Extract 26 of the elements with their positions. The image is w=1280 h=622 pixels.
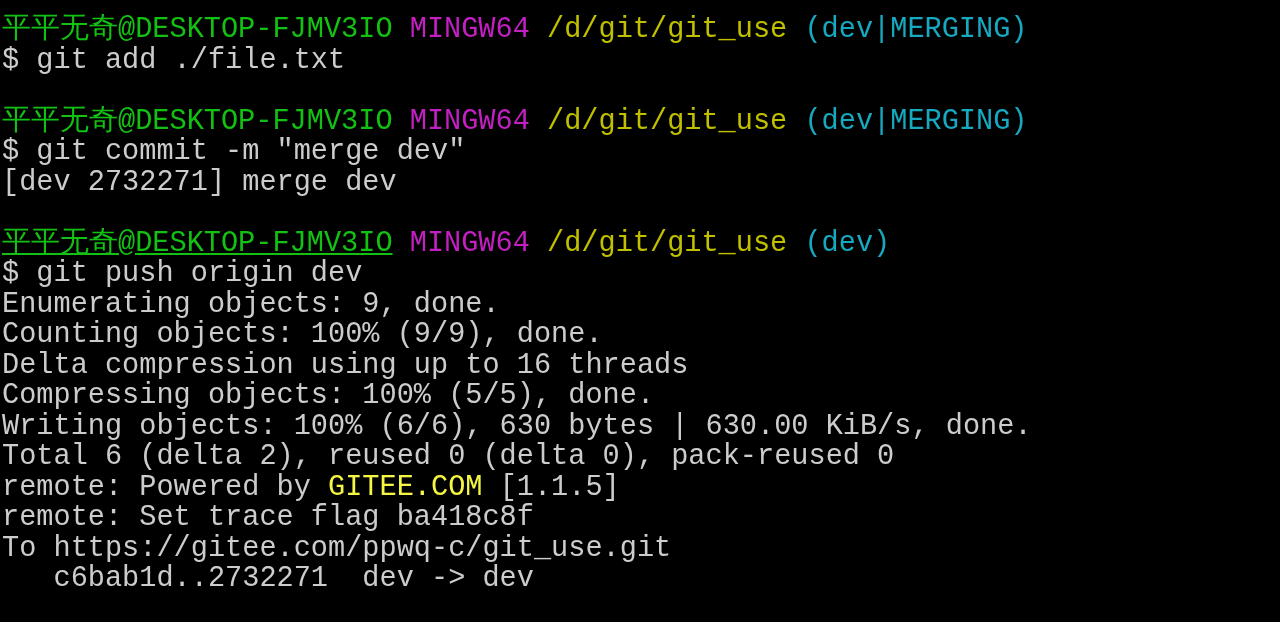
prompt-branch: (dev|MERGING) [804,106,1028,137]
output-line: To https://gitee.com/ppwq-c/git_use.git [2,533,672,564]
prompt-shell-name: MINGW64 [409,15,530,46]
command-line: $ git commit -m "merge dev" [2,137,466,168]
output-line: Total 6 (delta 2), reused 0 (delta 0), pack-reused 0 [2,442,895,473]
output-line: Counting objects: 100% (9/9), done. [2,320,603,351]
prompt-user-host: 平平无奇@DESKTOP-FJMV3IO [2,15,393,46]
prompt-path: /d/git/git_use [547,228,788,259]
prompt-path: /d/git/git_use [547,15,788,46]
prompt-user-host: 平平无奇@DESKTOP-FJMV3IO [2,228,393,259]
output-line: c6bab1d..2732271 dev -> dev [52,564,534,595]
output-line: Compressing objects: 100% (5/5), done. [2,381,655,412]
prompt-shell-name: MINGW64 [409,106,530,137]
output-line: remote: Set trace flag ba418c8f [2,503,534,534]
output-line: Delta compression using up to 16 threads [2,350,689,381]
output-line: remote: Powered by GITEE.COM [1.1.5] [2,472,620,503]
prompt-branch: (dev) [804,228,891,259]
command-line: $ git add ./file.txt [2,45,346,76]
prompt-branch: (dev|MERGING) [804,15,1028,46]
output-line: Writing objects: 100% (6/6), 630 bytes | 630.00 KiB/s, done. [2,411,1032,442]
prompt-path: /d/git/git_use [547,106,788,137]
output-line: [dev 2732271] merge dev [2,167,397,198]
prompt-shell-name: MINGW64 [409,228,530,259]
output-line: Enumerating objects: 9, done. [2,289,500,320]
prompt-user-host: 平平无奇@DESKTOP-FJMV3IO [2,106,393,137]
command-line: $ git push origin dev [2,259,363,290]
